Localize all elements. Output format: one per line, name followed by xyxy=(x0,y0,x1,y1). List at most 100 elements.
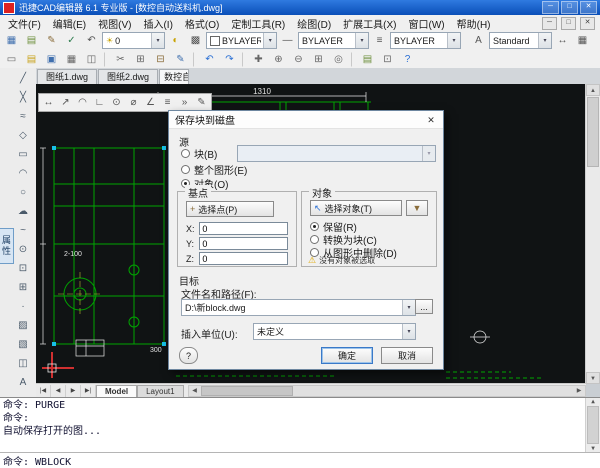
maximize-button[interactable]: □ xyxy=(561,1,578,14)
insert-units-combo[interactable]: 未定义 ▾ xyxy=(253,323,416,340)
source-block-radio[interactable] xyxy=(181,148,190,158)
line-icon[interactable]: ╱ xyxy=(13,70,33,88)
rectangle-icon[interactable]: ▭ xyxy=(13,146,33,164)
command-scrollbar[interactable]: ▲ ▼ xyxy=(585,398,600,452)
plot-icon[interactable]: ▦ xyxy=(62,51,81,68)
linear-dimension-icon[interactable]: ↔ xyxy=(40,94,57,111)
aligned-dimension-icon[interactable]: ↗ xyxy=(57,94,74,111)
layout-nav-button[interactable]: |◀ xyxy=(36,384,51,397)
pick-point-button[interactable]: + 选择点(P) xyxy=(186,201,274,217)
document-window-button[interactable]: ✕ xyxy=(580,16,595,30)
dialog-help-button[interactable]: ? xyxy=(179,347,198,364)
scroll-up-icon[interactable]: ▲ xyxy=(586,84,600,96)
close-button[interactable]: ✕ xyxy=(580,1,597,14)
doc-tab-sheet2[interactable]: 图纸2.dwg xyxy=(98,69,159,84)
horizontal-scroll-thumb[interactable] xyxy=(200,385,293,396)
command-input-line[interactable]: 命令: WBLOCK xyxy=(0,452,600,468)
properties-palette-tab[interactable]: 属性 xyxy=(0,228,14,264)
dimension-edit-icon[interactable]: ✎ xyxy=(193,94,210,111)
zoom-window-icon[interactable]: ⊞ xyxy=(309,51,328,68)
browse-button[interactable]: ... xyxy=(415,299,433,314)
construction-line-icon[interactable]: ╳ xyxy=(13,89,33,107)
minimize-button[interactable]: ─ xyxy=(542,1,559,14)
mtext-icon[interactable]: A xyxy=(13,374,33,392)
pan-icon[interactable]: ✚ xyxy=(249,51,268,68)
convert-radio[interactable] xyxy=(310,234,319,244)
base-z-input[interactable] xyxy=(199,252,288,265)
dim-style-icon[interactable]: ↔ xyxy=(553,32,572,49)
menu-item[interactable]: 插入(I) xyxy=(137,16,178,31)
menu-item[interactable]: 窗口(W) xyxy=(403,16,451,31)
properties-palette-icon[interactable]: ▤ xyxy=(358,51,377,68)
dialog-title-bar[interactable]: 保存块到磁盘 ✕ xyxy=(169,111,443,129)
revcloud-icon[interactable]: ☁ xyxy=(13,203,33,221)
ok-button[interactable]: 确定 xyxy=(321,347,373,364)
document-window-button[interactable]: □ xyxy=(561,16,576,30)
quick-dimension-icon[interactable]: ≡ xyxy=(159,94,176,111)
menu-item[interactable]: 视图(V) xyxy=(92,16,137,31)
model-tab[interactable]: Model xyxy=(96,384,138,397)
text-style-icon[interactable]: A xyxy=(469,32,488,49)
layout-nav-button[interactable]: ▶| xyxy=(81,384,96,397)
source-entire-radio[interactable] xyxy=(181,164,190,174)
circle-icon[interactable]: ○ xyxy=(13,184,33,202)
scroll-up-icon[interactable]: ▲ xyxy=(591,398,595,405)
horizontal-scrollbar[interactable]: ◀ ▶ xyxy=(187,384,586,397)
gradient-icon[interactable]: ▧ xyxy=(13,336,33,354)
scroll-down-icon[interactable]: ▼ xyxy=(586,372,600,384)
match-properties-icon[interactable]: ✎ xyxy=(171,51,190,68)
vertical-scroll-thumb[interactable] xyxy=(587,97,599,167)
polygon-icon[interactable]: ◇ xyxy=(13,127,33,145)
layout-nav-button[interactable]: ▶ xyxy=(66,384,81,397)
point-icon[interactable]: · xyxy=(13,298,33,316)
lineweight-icon[interactable]: ≡ xyxy=(370,32,389,49)
hatch-icon[interactable]: ▨ xyxy=(13,317,33,335)
make-layer-current-icon[interactable]: ✓ xyxy=(62,32,81,49)
text-style-combo[interactable]: Standard ▾ xyxy=(489,32,552,49)
spline-icon[interactable]: ~ xyxy=(13,222,33,240)
linetype-combo[interactable]: BYLAYER ▾ xyxy=(298,32,369,49)
file-path-combo[interactable]: D:\新block.dwg ▾ xyxy=(181,299,416,316)
new-file-icon[interactable]: ▭ xyxy=(2,51,21,68)
copy-icon[interactable]: ⊞ xyxy=(131,51,150,68)
document-window-button[interactable]: ─ xyxy=(542,16,557,30)
base-x-input[interactable] xyxy=(199,222,288,235)
paste-icon[interactable]: ⊟ xyxy=(151,51,170,68)
open-file-icon[interactable]: ▤ xyxy=(22,51,41,68)
cancel-button[interactable]: 取消 xyxy=(381,347,433,364)
redo-icon[interactable]: ↷ xyxy=(220,51,239,68)
layout1-tab[interactable]: Layout1 xyxy=(137,384,184,397)
menu-item[interactable]: 编辑(E) xyxy=(47,16,92,31)
scroll-right-icon[interactable]: ▶ xyxy=(573,387,585,394)
table-style-icon[interactable]: ▦ xyxy=(573,32,592,49)
layer-states-icon[interactable]: ✎ xyxy=(42,32,61,49)
command-scroll-thumb[interactable] xyxy=(587,406,599,444)
region-icon[interactable]: ◫ xyxy=(13,355,33,373)
menu-item[interactable]: 帮助(H) xyxy=(451,16,497,31)
scroll-left-icon[interactable]: ◀ xyxy=(189,387,201,394)
polyline-icon[interactable]: ≈ xyxy=(13,108,33,126)
layer-combo[interactable]: ☀ 0 ▾ xyxy=(102,32,165,49)
cut-icon[interactable]: ✂ xyxy=(111,51,130,68)
continue-dimension-icon[interactable]: » xyxy=(176,94,193,111)
linetype-icon[interactable]: — xyxy=(278,32,297,49)
diameter-dimension-icon[interactable]: ⌀ xyxy=(125,94,142,111)
vertical-scrollbar[interactable]: ▲ ▼ xyxy=(585,84,600,384)
scroll-down-icon[interactable]: ▼ xyxy=(591,445,595,452)
layer-properties-icon[interactable]: ▤ xyxy=(22,32,41,49)
zoom-extents-icon[interactable]: ◎ xyxy=(329,51,348,68)
ellipse-icon[interactable]: ⊙ xyxy=(13,241,33,259)
select-objects-button[interactable]: ↖ 选择对象(T) xyxy=(310,200,402,216)
doc-tab-current[interactable]: 数控自动送料机.dwg xyxy=(159,69,190,84)
dialog-close-icon[interactable]: ✕ xyxy=(419,112,443,128)
design-center-icon[interactable]: ⊡ xyxy=(378,51,397,68)
make-block-icon[interactable]: ⊞ xyxy=(13,279,33,297)
layer-isolate-icon[interactable]: ▩ xyxy=(186,32,205,49)
quick-select-button[interactable]: ▼ xyxy=(406,200,428,216)
ordinate-dimension-icon[interactable]: ∟ xyxy=(91,94,108,111)
doc-tab-sheet1[interactable]: 图纸1.dwg xyxy=(37,69,98,84)
save-file-icon[interactable]: ▣ xyxy=(42,51,61,68)
menu-item[interactable]: 绘图(D) xyxy=(291,16,337,31)
insert-block-icon[interactable]: ⊡ xyxy=(13,260,33,278)
plot-preview-icon[interactable]: ◫ xyxy=(82,51,101,68)
